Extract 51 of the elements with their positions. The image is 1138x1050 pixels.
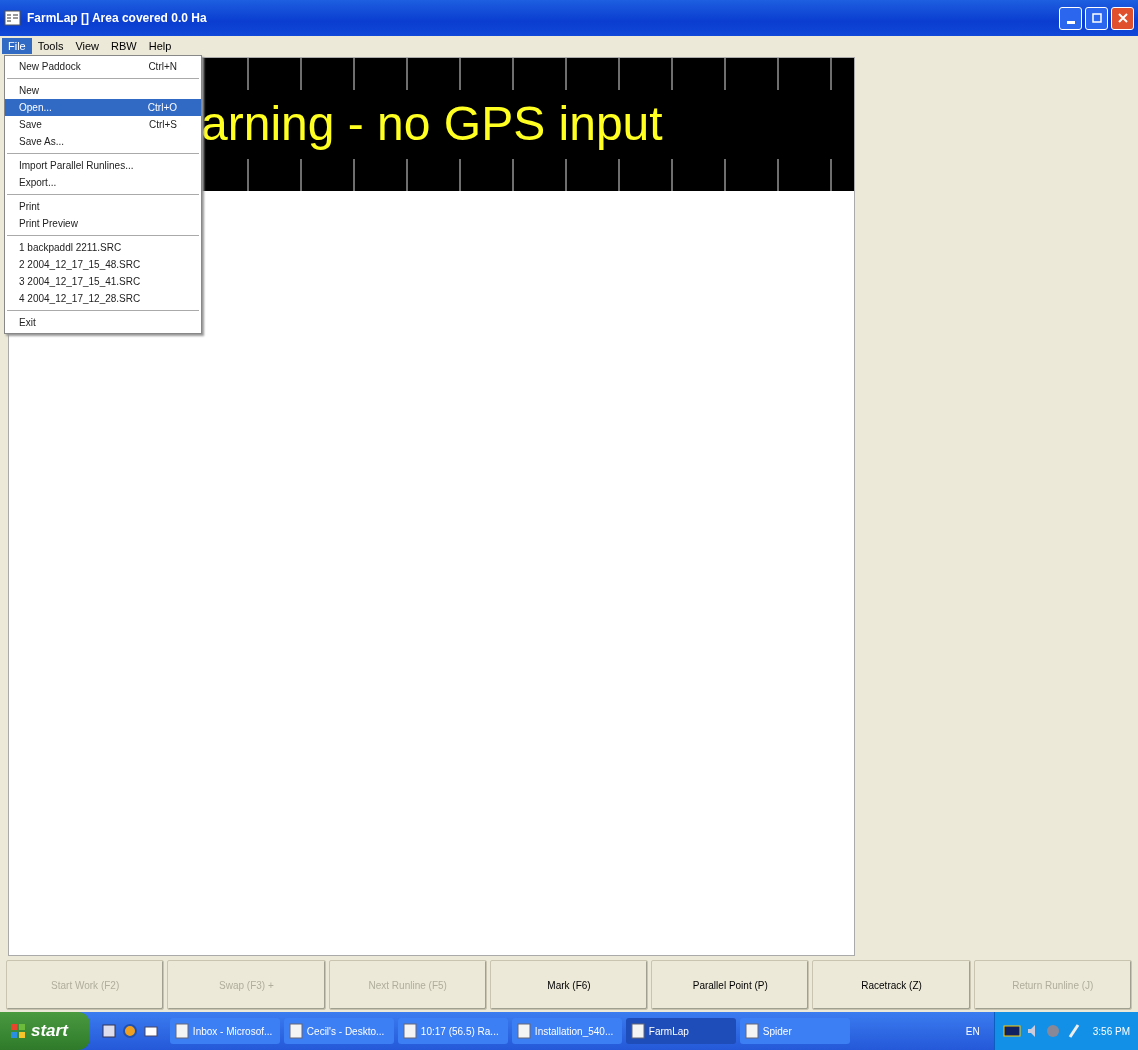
window-icon bbox=[516, 1023, 531, 1039]
menu-item[interactable]: Help bbox=[142, 37, 178, 54]
taskbar-button[interactable]: Inbox - Microsof... bbox=[169, 1018, 280, 1044]
desktop-icon[interactable] bbox=[101, 1023, 116, 1039]
language-indicator[interactable]: EN bbox=[955, 1025, 990, 1037]
taskbar-button[interactable]: Spider bbox=[739, 1018, 850, 1044]
maximize-button[interactable] bbox=[1085, 6, 1108, 30]
start-button[interactable]: start bbox=[0, 1012, 90, 1050]
window-icon bbox=[630, 1023, 645, 1039]
windows-flag-icon bbox=[10, 1023, 26, 1039]
menu-entry[interactable]: Exit bbox=[5, 314, 201, 331]
menu-item[interactable]: Tools bbox=[31, 37, 70, 54]
menu-entry[interactable]: Print Preview bbox=[5, 215, 201, 232]
menu-item[interactable]: RBW bbox=[105, 37, 143, 54]
taskbar-button[interactable]: Installation_540... bbox=[511, 1018, 622, 1044]
menu-entry[interactable]: 4 2004_12_17_12_28.SRC bbox=[5, 290, 201, 307]
menu-entry[interactable]: Print bbox=[5, 198, 201, 215]
window-icon bbox=[402, 1023, 417, 1039]
network-icon[interactable] bbox=[1002, 1023, 1021, 1039]
menu-item[interactable]: View bbox=[69, 37, 106, 54]
menu-entry[interactable]: Save As... bbox=[5, 133, 201, 150]
menu-entry[interactable]: 3 2004_12_17_15_41.SRC bbox=[5, 273, 201, 290]
command-button[interactable]: Racetrack (Z) bbox=[812, 960, 971, 1010]
menu-item[interactable]: File bbox=[2, 37, 32, 54]
close-icon bbox=[1117, 13, 1128, 23]
window-icon bbox=[744, 1023, 759, 1039]
window-icon bbox=[174, 1023, 189, 1039]
app-icon bbox=[4, 9, 22, 27]
taskbar-button[interactable]: FarmLap bbox=[625, 1018, 736, 1044]
warning-text: arning - no GPS input bbox=[201, 98, 663, 151]
minimize-button[interactable] bbox=[1059, 6, 1082, 30]
command-button[interactable]: Parallel Point (P) bbox=[651, 960, 810, 1010]
clock: 3:56 PM bbox=[1091, 1025, 1130, 1037]
menu-entry[interactable]: Save Ctrl+S bbox=[5, 116, 201, 133]
maximize-icon bbox=[1091, 13, 1102, 23]
menu-entry[interactable]: Import Parallel Runlines... bbox=[5, 157, 201, 174]
menu-entry[interactable]: 1 backpaddl 2211.SRC bbox=[5, 239, 201, 256]
menu-entry[interactable]: New bbox=[5, 82, 201, 99]
window-icon bbox=[288, 1023, 303, 1039]
mail-icon[interactable] bbox=[143, 1023, 158, 1039]
window-title: FarmLap [] Area covered 0.0 Ha bbox=[27, 11, 207, 25]
menu-entry[interactable]: Export... bbox=[5, 174, 201, 191]
menu-entry[interactable]: 2 2004_12_17_15_48.SRC bbox=[5, 256, 201, 273]
minimize-icon bbox=[1066, 20, 1075, 24]
menu-entry[interactable]: New Paddock Ctrl+N bbox=[5, 58, 201, 75]
menu-entry[interactable]: Open... Ctrl+O bbox=[5, 99, 201, 116]
browser-icon[interactable] bbox=[121, 1023, 138, 1039]
taskbar-button[interactable]: Cecil's - Deskto... bbox=[283, 1018, 394, 1044]
close-button[interactable] bbox=[1111, 6, 1134, 30]
taskbar-button[interactable]: 10:17 (56.5) Ra... bbox=[397, 1018, 508, 1044]
command-button[interactable]: Mark (F6) bbox=[489, 960, 649, 1010]
